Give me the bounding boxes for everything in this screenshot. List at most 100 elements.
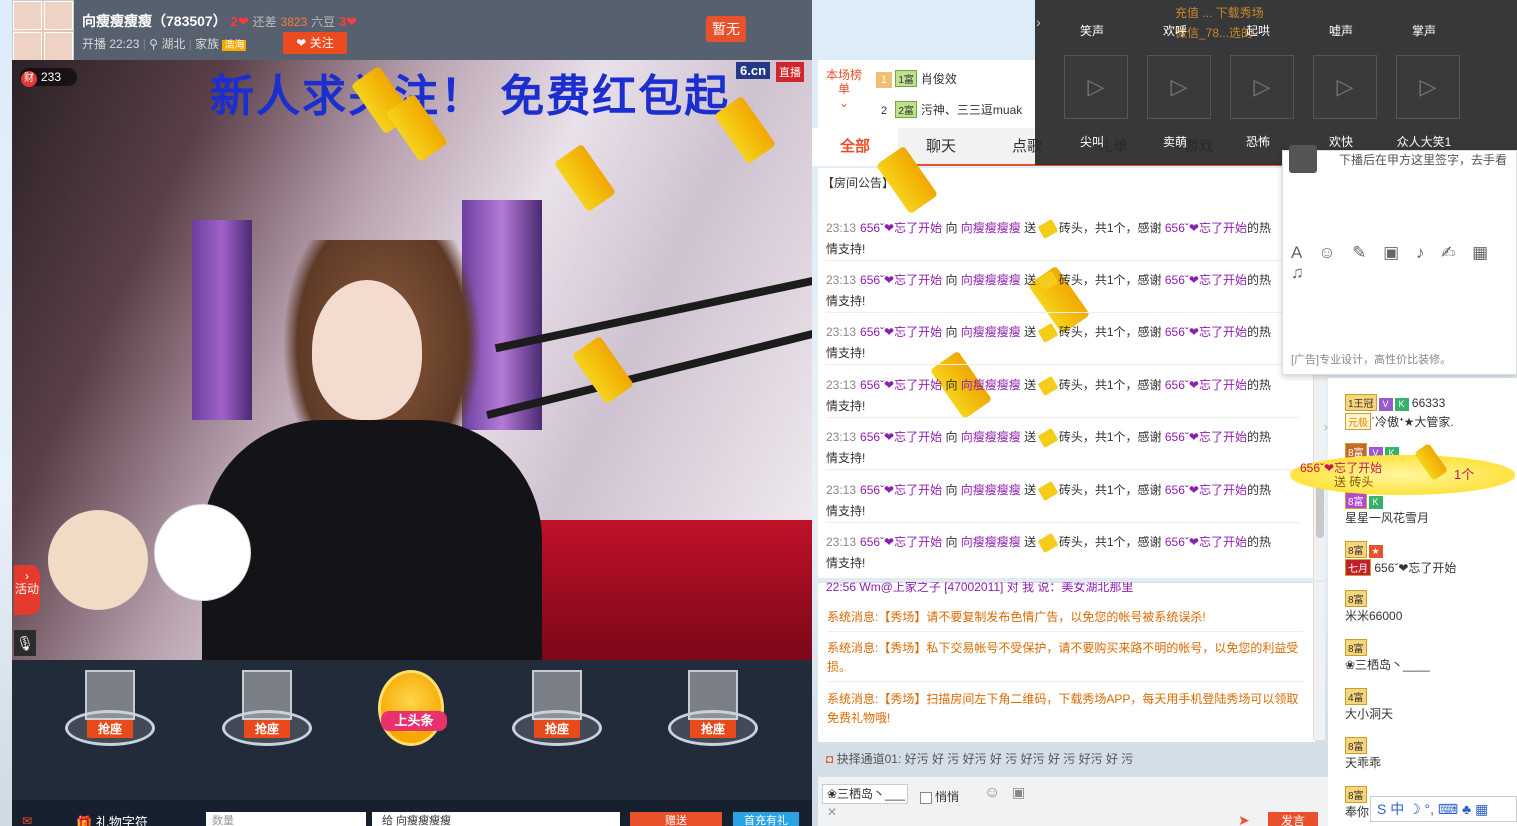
user-row[interactable]: 8富 奉你 (1345, 786, 1369, 820)
avatar-photo (13, 1, 42, 30)
rank-title[interactable]: 本场榜单 ⌄ (826, 68, 862, 110)
family-badge[interactable]: 浩海 (222, 40, 247, 51)
brick-gift-icon (1037, 270, 1058, 291)
emoji-icon[interactable]: ☺ (984, 784, 1000, 802)
effect-crowd-laugh[interactable]: 众人大笑1 (1387, 133, 1461, 150)
wealth-icon: 财 (21, 71, 37, 87)
brick-gift-icon (1037, 532, 1058, 553)
system-scrollbar[interactable] (1313, 582, 1325, 740)
chevron-down-icon: ⌄ (838, 96, 850, 110)
user-row[interactable]: 元极 ˊ冷傲ᐩ★大管家. (1345, 413, 1454, 430)
gift-button[interactable]: 🎁 礼物字符 (76, 812, 148, 826)
avatar (1289, 145, 1317, 173)
family-label: 家族 (195, 37, 220, 51)
chat-message: 23:13 656ˇ❤忘了开始 向 向瘦瘦瘦瘦 送 砖头，共1个，感谢 656ˇ❤… (826, 270, 1300, 313)
image-icon[interactable]: ▣ (1012, 784, 1025, 801)
video-curtain (192, 220, 252, 420)
chevron-right-icon: › (25, 569, 29, 583)
location: 湖北 (161, 37, 186, 51)
whisper-checkbox[interactable]: 悄悄 (920, 788, 959, 805)
user-row[interactable]: 七月 656ˇ❤忘了开始 (1345, 559, 1456, 576)
private-message-clipped: 22:56 Wm@上家之子 [47002011] 对 我 说：美女湖北那里 (826, 582, 1134, 594)
start-time: 开播 22:23 (82, 37, 140, 51)
live-badge: 直播 (776, 62, 804, 82)
user-row[interactable]: 8富 K 星星一风花雪月 (1345, 492, 1429, 526)
anchor-name-row: 向瘦瘦瘦瘦（783507） 2❤ 还差 3823 六豆 3❤ (82, 11, 357, 31)
avatar-photo (44, 1, 73, 30)
scrolling-banner: 新人求关注！ 免费红包起 (210, 72, 731, 121)
seat-slot-3[interactable]: 抢座 (512, 670, 602, 760)
chevron-right-icon[interactable]: › (1324, 420, 1328, 434)
ime-toolbar[interactable]: S 中 ☽ °, ⌨ ♣ ▦ (1370, 796, 1517, 822)
system-message: 系统消息:【秀场】私下交易帐号不受保护，请不要购买来路不明的帐号，以免您的利益受… (827, 639, 1303, 682)
chat-message: 23:13 656ˇ❤忘了开始 向 向瘦瘦瘦瘦 送 砖头，共1个，感谢 656ˇ❤… (826, 322, 1300, 365)
brick-gift-icon (1037, 375, 1058, 396)
activity-tab[interactable]: › 活动 (14, 565, 40, 615)
wealth-counter[interactable]: 财 233 (20, 68, 77, 87)
anchor-avatar[interactable] (12, 0, 74, 62)
popover-text: 下播后在甲方这里签字，去手看 (1339, 153, 1508, 167)
recipient-select[interactable]: ❀三栖岛丶___ ✕ (822, 784, 908, 819)
chat-message: 23:13 656ˇ❤忘了开始 向 向瘦瘦瘦瘦 送 砖头，共1个，感谢 656ˇ❤… (826, 532, 1300, 574)
headline-button[interactable]: 上头条 (378, 670, 447, 746)
system-message: 系统消息:【秀场】扫描房间左下角二维码，下载秀场APP，每天用手机登陆秀场可以领… (827, 692, 1299, 725)
gap-value: 3823 (280, 15, 308, 29)
rank-row[interactable]: 2 2富 污神、三三逗muak (876, 101, 1022, 119)
user-row[interactable]: 4富 大小洞天 (1345, 688, 1393, 722)
ad-text[interactable]: [广告]专业设计，高性价比装修。 (1291, 351, 1451, 367)
wealth-badge: 2富 (895, 101, 917, 118)
effect-applause[interactable]: 掌声 (1387, 22, 1461, 39)
send-gift-button[interactable]: 赠送 (630, 812, 722, 826)
effect-horror[interactable]: 恐怖 (1221, 133, 1295, 150)
format-toolbar[interactable]: A ☺ ✎ ▣ ♪ ✍ ▦ ♫ (1291, 243, 1516, 283)
brick-gift-icon (1037, 218, 1058, 239)
user-row[interactable]: 8富 米米66000 (1345, 590, 1402, 624)
chat-message: 23:13 656ˇ❤忘了开始 向 向瘦瘦瘦瘦 送 砖头，共1个，感谢 656ˇ❤… (826, 375, 1300, 418)
checkbox-box (920, 791, 932, 804)
rank-flag-badge[interactable]: 暂无 (706, 16, 746, 42)
send-message-button[interactable]: 发言 (1268, 812, 1318, 826)
effect-preview[interactable]: ▷ (1308, 55, 1382, 119)
quantity-input[interactable]: 数量 (206, 812, 366, 826)
rank-row[interactable]: 1 1富 肖俊效 (876, 70, 957, 88)
video-streamer-body (202, 420, 542, 660)
effect-preview[interactable]: ▷ (1225, 55, 1299, 119)
mail-icon[interactable]: ✉ (22, 814, 32, 826)
effect-laugh[interactable]: 笑声 (1055, 22, 1129, 39)
bear-sticker-icon (48, 510, 148, 610)
effect-hype[interactable]: 起哄 (1221, 22, 1295, 39)
gift-toast: 656ˇ❤忘了开始 送 砖头 1个 (1290, 455, 1515, 495)
seat-slot-1[interactable]: 抢座 (65, 670, 155, 760)
avatar-photo (44, 32, 73, 61)
chat-message: 23:13 656ˇ❤忘了开始 向 向瘦瘦瘦瘦 送 砖头，共1个，感谢 656ˇ❤… (826, 218, 1300, 261)
play-icon: ▷ (1230, 55, 1294, 119)
heart-level-badge: 2❤ (230, 14, 249, 29)
user-row[interactable]: 8富 ★ (1345, 541, 1383, 558)
channel-line: ◘ 抉择通道01: 好污 好 污 好污 好 污 好污 好 污 好污 好 污 (826, 752, 1134, 766)
seat-slot-4[interactable]: 抢座 (668, 670, 758, 760)
first-recharge-button[interactable]: 首充有礼 (733, 812, 799, 826)
effect-preview[interactable]: ▷ (1391, 55, 1465, 119)
user-row[interactable]: 1王冠 V K 66333 (1345, 394, 1445, 411)
user-row[interactable]: 8富 天乖乖 (1345, 737, 1381, 771)
send-arrow-icon: ➤ (1238, 812, 1250, 826)
gift-icon: 🎁 (76, 815, 96, 826)
location-pin-icon: ⚲ (149, 37, 158, 51)
site-logo: 6.cn (736, 62, 771, 79)
effect-scream[interactable]: 尖叫 (1055, 133, 1129, 150)
brick-gift-icon (1037, 480, 1058, 501)
effect-cheer[interactable]: 欢呼 (1138, 22, 1212, 39)
gift-recipient-select[interactable]: 给 向瘦瘦瘦瘦 (372, 812, 620, 826)
follow-button[interactable]: ❤ 关注 (283, 32, 347, 54)
user-row[interactable]: 8富 ❀三栖岛丶____ (1345, 639, 1430, 673)
effect-cute[interactable]: 卖萌 (1138, 133, 1212, 150)
effect-preview[interactable]: ▷ (1059, 55, 1133, 119)
gap-unit: 六豆 (311, 15, 336, 29)
close-icon[interactable]: ✕ (827, 805, 837, 819)
effect-preview[interactable]: ▷ (1142, 55, 1216, 119)
chevron-right-icon[interactable]: › (1036, 14, 1041, 30)
effect-boo[interactable]: 嘘声 (1304, 22, 1378, 39)
seat-slot-2[interactable]: 抢座 (222, 670, 312, 760)
peek-text: 充值 ... 下载秀场 (1175, 6, 1264, 20)
mic-icon[interactable]: 🎙 (14, 630, 36, 656)
